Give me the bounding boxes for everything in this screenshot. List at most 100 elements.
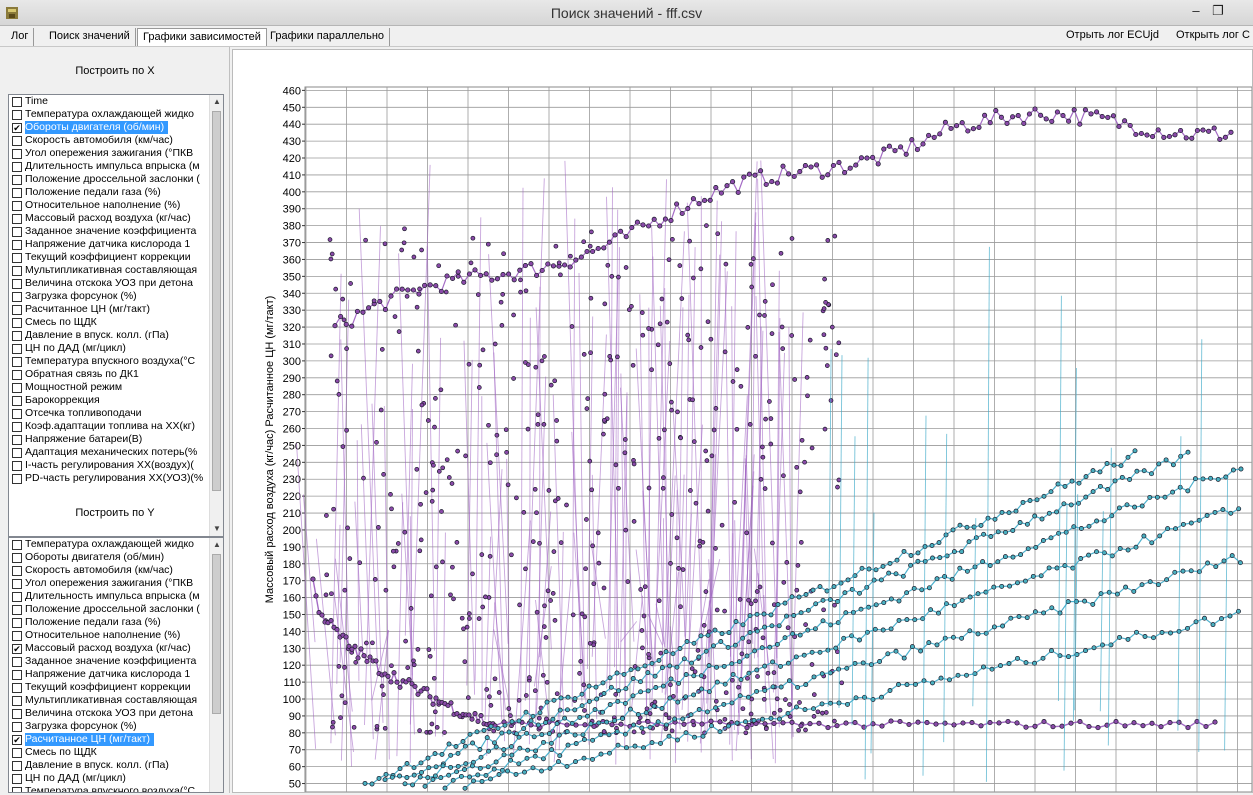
tab-search[interactable]: Поиск значений (44, 28, 136, 46)
checkbox[interactable] (12, 579, 22, 589)
x-axis-list-item[interactable]: I-часть регулирования ХХ(воздух)( (9, 459, 209, 472)
checkbox[interactable] (12, 331, 22, 341)
checkbox[interactable] (12, 201, 22, 211)
checkbox[interactable] (12, 227, 22, 237)
scroll-up-icon[interactable]: ▲ (210, 538, 224, 552)
x-axis-list-item[interactable]: Температура впускного воздуха(°С (9, 355, 209, 368)
checkbox[interactable] (12, 396, 22, 406)
checkbox[interactable] (12, 279, 22, 289)
checkbox[interactable] (12, 318, 22, 328)
checkbox[interactable] (12, 461, 22, 471)
checkbox[interactable] (12, 357, 22, 367)
x-axis-list-item[interactable]: ✔Обороты двигателя (об/мин) (9, 121, 209, 134)
checkbox[interactable] (12, 448, 22, 458)
checkbox[interactable] (12, 383, 22, 393)
checkbox[interactable] (12, 748, 22, 758)
y-axis-list-item[interactable]: Температура охлаждающей жидко (9, 538, 209, 551)
y-axis-list-item[interactable]: ✔Массовый расход воздуха (кг/час) (9, 642, 209, 655)
x-axis-list-item[interactable]: Time (9, 95, 209, 108)
y-axis-list-item[interactable]: ЦН по ДАД (мг/цикл) (9, 772, 209, 785)
x-axis-list-item[interactable]: Скорость автомобиля (км/час) (9, 134, 209, 147)
y-axis-list-item[interactable]: Загрузка форсунок (%) (9, 720, 209, 733)
scroll-thumb[interactable] (212, 111, 221, 491)
checkbox[interactable] (12, 292, 22, 302)
minimize-button[interactable]: – (1188, 4, 1204, 20)
y-axis-list-item[interactable]: ✔Расчитанное ЦН (мг/такт) (9, 733, 209, 746)
x-axis-list-item[interactable]: Относительное наполнение (%) (9, 199, 209, 212)
y-axis-list-item[interactable]: Положение дроссельной заслонки ( (9, 603, 209, 616)
checkbox[interactable] (12, 722, 22, 732)
checkbox[interactable] (12, 474, 22, 484)
checkbox[interactable] (12, 188, 22, 198)
y-axis-list-item[interactable]: Положение педали газа (%) (9, 616, 209, 629)
checkbox[interactable] (12, 344, 22, 354)
x-axis-list-item[interactable]: Расчитанное ЦН (мг/такт) (9, 303, 209, 316)
x-axis-list-item[interactable]: Массовый расход воздуха (кг/час) (9, 212, 209, 225)
checkbox[interactable] (12, 605, 22, 615)
y-axis-list-item[interactable]: Величина отскока УОЗ при детона (9, 707, 209, 720)
y-axis-list-item[interactable]: Скорость автомобиля (км/час) (9, 564, 209, 577)
checkbox[interactable]: ✔ (12, 735, 22, 745)
y-axis-list-item[interactable]: Заданное значение коэффициента (9, 655, 209, 668)
y-axis-list-item[interactable]: Давление в впуск. колл. (гПа) (9, 759, 209, 772)
checkbox[interactable] (12, 422, 22, 432)
x-axis-list-item[interactable]: Заданное значение коэффициента (9, 225, 209, 238)
checkbox[interactable] (12, 670, 22, 680)
checkbox[interactable] (12, 162, 22, 172)
checkbox[interactable] (12, 540, 22, 550)
checkbox[interactable] (12, 657, 22, 667)
y-axis-list-item[interactable]: Относительное наполнение (%) (9, 629, 209, 642)
checkbox[interactable] (12, 136, 22, 146)
x-axis-list-item[interactable]: Загрузка форсунок (%) (9, 290, 209, 303)
maximize-button[interactable]: ❐ (1210, 4, 1226, 20)
checkbox[interactable] (12, 435, 22, 445)
x-axis-list-item[interactable]: Текущий коэффициент коррекции (9, 251, 209, 264)
checkbox[interactable] (12, 696, 22, 706)
scatter-chart[interactable]: 4604504404304204104003903803703603503403… (233, 50, 1252, 792)
checkbox[interactable] (12, 175, 22, 185)
y-axis-list-item[interactable]: Напряжение датчика кислорода 1 (9, 668, 209, 681)
x-axis-list-item[interactable]: Напряжение датчика кислорода 1 (9, 238, 209, 251)
checkbox[interactable] (12, 370, 22, 380)
x-axis-list-item[interactable]: Барокоррекция (9, 394, 209, 407)
y-axis-listbox[interactable]: Температура охлаждающей жидкоОбороты дви… (8, 537, 224, 793)
tab-parallel-charts[interactable]: Графики параллельно (265, 28, 390, 46)
open-ecujd-log-link[interactable]: Отрыть лог ECUjd (1066, 29, 1159, 41)
checkbox[interactable] (12, 97, 22, 107)
checkbox[interactable] (12, 305, 22, 315)
checkbox[interactable] (12, 761, 22, 771)
x-list-scrollbar[interactable]: ▲ ▼ (209, 95, 223, 536)
checkbox[interactable] (12, 787, 22, 793)
checkbox[interactable] (12, 409, 22, 419)
scroll-thumb[interactable] (212, 554, 221, 714)
checkbox[interactable] (12, 709, 22, 719)
checkbox[interactable] (12, 110, 22, 120)
x-axis-list-item[interactable]: Смесь по ЩДК (9, 316, 209, 329)
checkbox[interactable] (12, 618, 22, 628)
x-axis-list-item[interactable]: Отсечка топливоподачи (9, 407, 209, 420)
y-axis-list-item[interactable]: Температура впускного воздуха(°С (9, 785, 209, 792)
y-axis-list-item[interactable]: Смесь по ЩДК (9, 746, 209, 759)
x-axis-list-item[interactable]: ЦН по ДАД (мг/цикл) (9, 342, 209, 355)
checkbox[interactable] (12, 566, 22, 576)
x-axis-list-item[interactable]: Положение педали газа (%) (9, 186, 209, 199)
x-axis-listbox[interactable]: TimeТемпература охлаждающей жидко✔Оборот… (8, 94, 224, 537)
y-axis-list-item[interactable]: Текущий коэффициент коррекции (9, 681, 209, 694)
y-axis-list-item[interactable]: Длительность импульса впрыска (м (9, 590, 209, 603)
x-axis-list-item[interactable]: Величина отскока УОЗ при детона (9, 277, 209, 290)
checkbox[interactable]: ✔ (12, 644, 22, 654)
y-axis-list-item[interactable]: Мультипликативная составляющая (9, 694, 209, 707)
x-axis-list-item[interactable]: Обратная связь по ДК1 (9, 368, 209, 381)
checkbox[interactable] (12, 683, 22, 693)
x-axis-list-item[interactable]: Напряжение батареи(В) (9, 433, 209, 446)
y-axis-list-item[interactable]: Обороты двигателя (об/мин) (9, 551, 209, 564)
y-axis-list-item[interactable]: Угол опережения зажигания (°ПКВ (9, 577, 209, 590)
checkbox[interactable] (12, 214, 22, 224)
open-log-link[interactable]: Открыть лог С (1176, 29, 1250, 41)
x-axis-list-item[interactable]: Мощностной режим (9, 381, 209, 394)
x-axis-list-item[interactable]: Адаптация механических потерь(% (9, 446, 209, 459)
checkbox[interactable] (12, 774, 22, 784)
checkbox[interactable]: ✔ (12, 123, 22, 133)
x-axis-list-item[interactable]: Мультипликативная составляющая (9, 264, 209, 277)
tab-dependency-charts[interactable]: Графики зависимостей (137, 28, 267, 46)
